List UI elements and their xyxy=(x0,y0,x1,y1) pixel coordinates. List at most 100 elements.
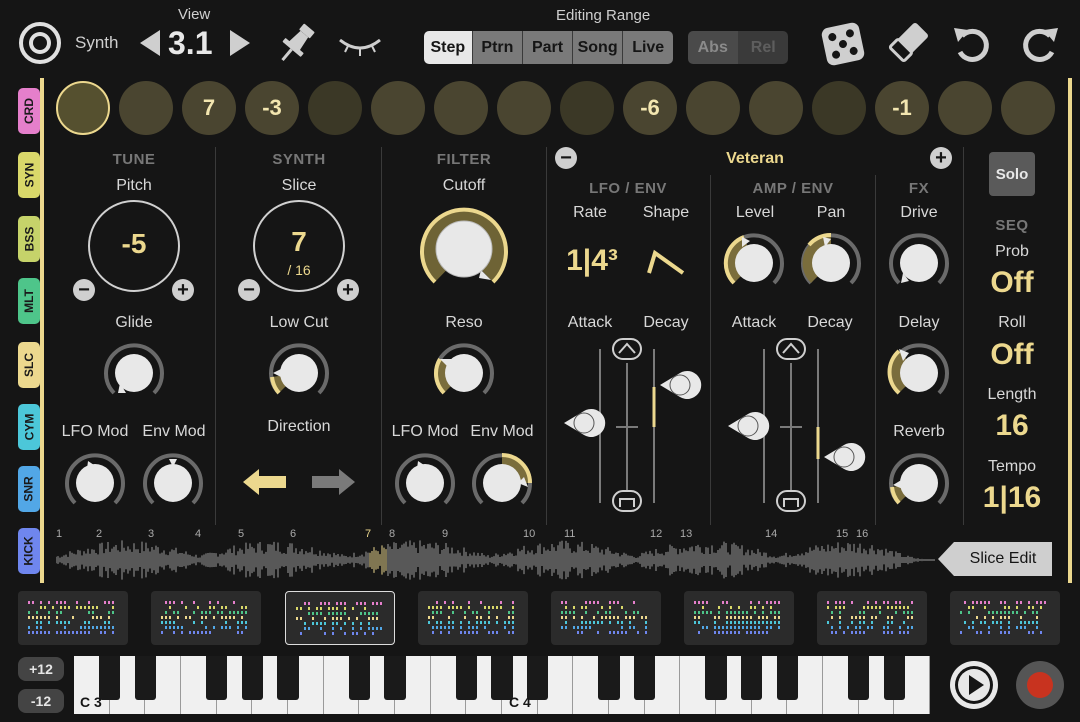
waveform[interactable] xyxy=(56,538,936,582)
step-9[interactable] xyxy=(560,81,614,135)
preset-add-button[interactable]: + xyxy=(930,147,952,169)
undo-icon[interactable] xyxy=(950,22,994,71)
step-3[interactable]: 7 xyxy=(182,81,236,135)
eraser-icon[interactable] xyxy=(885,20,931,71)
step-12[interactable] xyxy=(749,81,803,135)
rate-value[interactable]: 1|4³ xyxy=(552,244,632,278)
black-key[interactable] xyxy=(883,656,906,700)
step-14[interactable]: -1 xyxy=(875,81,929,135)
step-7[interactable] xyxy=(434,81,488,135)
reverb-knob[interactable] xyxy=(885,447,953,520)
slice-plus-button[interactable]: + xyxy=(337,279,359,301)
reso-knob[interactable] xyxy=(430,337,498,410)
track-tab-snr[interactable]: SNR xyxy=(18,466,40,512)
view-next-icon[interactable] xyxy=(228,28,252,63)
lfo-env-sliders[interactable] xyxy=(556,335,706,522)
pattern-slot-4[interactable] xyxy=(418,591,528,645)
filter-env-mod-knob[interactable] xyxy=(468,447,536,520)
slice-edit-button[interactable]: Slice Edit xyxy=(938,542,1052,576)
step-1[interactable] xyxy=(56,81,110,135)
step-6[interactable] xyxy=(371,81,425,135)
step-10[interactable]: -6 xyxy=(623,81,677,135)
track-tab-slc[interactable]: SLC xyxy=(18,342,40,388)
preset-name[interactable]: Veteran xyxy=(690,150,820,168)
track-tab-kick[interactable]: KICK xyxy=(18,528,40,574)
slice-minus-button[interactable]: − xyxy=(238,279,260,301)
range-song-button[interactable]: Song xyxy=(572,31,624,64)
glide-knob[interactable] xyxy=(100,337,168,410)
pattern-slot-7[interactable] xyxy=(817,591,927,645)
range-ptrn-button[interactable]: Ptrn xyxy=(472,31,524,64)
pattern-slot-8[interactable] xyxy=(950,591,1060,645)
black-key[interactable] xyxy=(740,656,763,700)
cutoff-knob[interactable] xyxy=(415,200,513,303)
range-step-button[interactable]: Step xyxy=(424,31,473,64)
track-tab-mlt[interactable]: MLT xyxy=(18,278,40,324)
step-15[interactable] xyxy=(938,81,992,135)
prob-value[interactable]: Off xyxy=(962,266,1062,300)
tempo-value[interactable]: 1|16 xyxy=(962,481,1062,515)
dice-icon[interactable] xyxy=(819,20,867,73)
black-key[interactable] xyxy=(598,656,620,700)
amp-env-sliders[interactable] xyxy=(720,335,870,522)
track-tab-bss[interactable]: BSS xyxy=(18,216,40,262)
step-8[interactable] xyxy=(497,81,551,135)
play-button[interactable] xyxy=(950,661,998,709)
black-key[interactable] xyxy=(277,656,299,700)
range-live-button[interactable]: Live xyxy=(623,31,673,64)
pan-knob[interactable] xyxy=(797,227,865,300)
black-key[interactable] xyxy=(241,656,264,700)
range-part-button[interactable]: Part xyxy=(523,31,573,64)
direction-right-arrow-icon[interactable] xyxy=(309,467,357,502)
step-5[interactable] xyxy=(308,81,362,135)
black-key[interactable] xyxy=(455,656,478,700)
black-key[interactable] xyxy=(348,656,371,700)
pattern-slot-1[interactable] xyxy=(18,591,128,645)
step-2[interactable] xyxy=(119,81,173,135)
delay-knob[interactable] xyxy=(885,337,953,410)
synth-logo-icon[interactable] xyxy=(18,21,62,65)
tune-lfo-mod-knob[interactable] xyxy=(61,447,129,520)
octave-down-button[interactable]: -12 xyxy=(18,689,64,713)
step-11[interactable] xyxy=(686,81,740,135)
black-key[interactable] xyxy=(98,656,121,700)
black-key[interactable] xyxy=(776,656,799,700)
black-key[interactable] xyxy=(134,656,157,700)
direction-left-arrow-icon[interactable] xyxy=(241,467,289,502)
step-4[interactable]: -3 xyxy=(245,81,299,135)
track-tab-crd[interactable]: CRD xyxy=(18,88,40,134)
roll-value[interactable]: Off xyxy=(962,338,1062,372)
step-13[interactable] xyxy=(812,81,866,135)
step-16[interactable] xyxy=(1001,81,1055,135)
octave-up-button[interactable]: +12 xyxy=(18,657,64,681)
pattern-slot-3[interactable] xyxy=(285,591,395,645)
pattern-slot-2[interactable] xyxy=(151,591,261,645)
drive-knob[interactable] xyxy=(885,227,953,300)
black-key[interactable] xyxy=(847,656,870,700)
preset-remove-button[interactable]: − xyxy=(555,147,577,169)
pitch-minus-button[interactable]: − xyxy=(73,279,95,301)
instrument-name[interactable]: Synth xyxy=(75,33,118,53)
redo-icon[interactable] xyxy=(1018,22,1062,71)
pitch-plus-button[interactable]: + xyxy=(172,279,194,301)
solo-button[interactable]: Solo xyxy=(989,152,1035,196)
mode-abs-button[interactable]: Abs xyxy=(688,31,739,64)
pin-icon[interactable] xyxy=(272,21,320,72)
black-key[interactable] xyxy=(633,656,656,700)
filter-lfo-mod-knob[interactable] xyxy=(391,447,459,520)
pattern-slot-5[interactable] xyxy=(551,591,661,645)
black-key[interactable] xyxy=(384,656,406,700)
pattern-slot-6[interactable] xyxy=(684,591,794,645)
lfo-shape-icon[interactable] xyxy=(645,247,687,282)
record-button[interactable] xyxy=(1016,661,1064,709)
length-value[interactable]: 16 xyxy=(962,409,1062,443)
hide-eye-icon[interactable] xyxy=(336,36,384,63)
view-prev-icon[interactable] xyxy=(138,28,162,63)
tune-env-mod-knob[interactable] xyxy=(139,447,207,520)
track-tab-cym[interactable]: CYM xyxy=(18,404,40,450)
level-knob[interactable] xyxy=(720,227,788,300)
low-cut-knob[interactable] xyxy=(265,337,333,410)
mode-rel-button[interactable]: Rel xyxy=(738,31,788,64)
track-tab-syn[interactable]: SYN xyxy=(18,152,40,198)
black-key[interactable] xyxy=(705,656,727,700)
